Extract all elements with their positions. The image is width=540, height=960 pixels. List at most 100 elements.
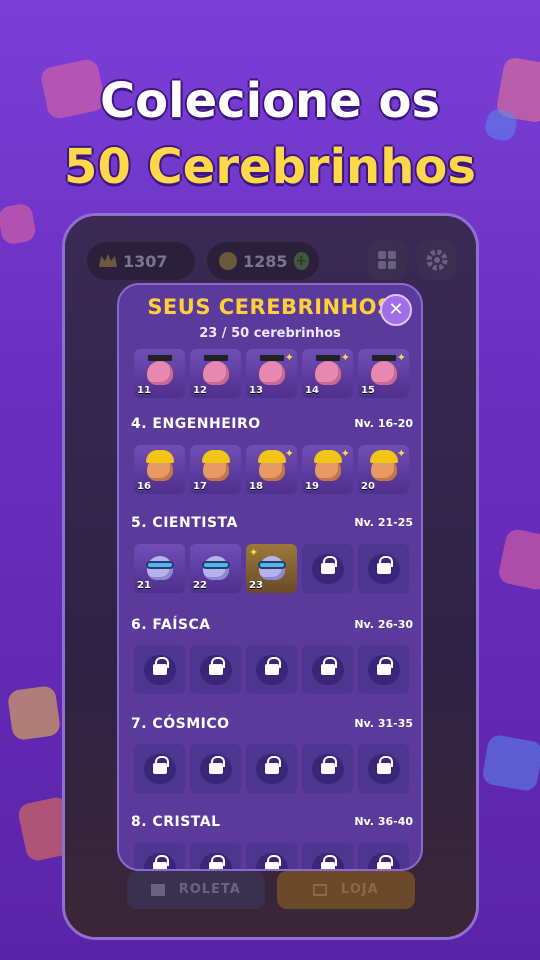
- tile-number: 13: [249, 385, 263, 396]
- sparkle-icon: ✦: [340, 351, 350, 364]
- brain-icon: [371, 361, 397, 385]
- collection-count: 23 / 50 cerebrinhos: [199, 326, 341, 341]
- locked-tile[interactable]: [358, 544, 409, 593]
- brain-tile[interactable]: 17: [190, 445, 241, 494]
- tile-number: 12: [193, 385, 207, 396]
- brain-tile[interactable]: 11: [134, 349, 185, 398]
- brain-tile[interactable]: ✦ 15: [358, 349, 409, 398]
- locked-tile[interactable]: [134, 645, 185, 694]
- lock-icon: [321, 855, 337, 869]
- grad-cap-icon: [372, 355, 396, 361]
- sparkle-icon: ✦: [284, 351, 294, 364]
- tile-row: 11 12 ✦ 13 ✦ 14 ✦ 15: [134, 349, 409, 398]
- tile-row: [134, 645, 409, 694]
- settings-button[interactable]: [417, 240, 457, 280]
- grad-cap-icon: [148, 355, 172, 361]
- sparkle-icon: ✦: [340, 447, 350, 460]
- lock-icon: [209, 756, 225, 774]
- locked-tile[interactable]: [190, 843, 241, 869]
- bg-card: [496, 527, 540, 592]
- brain-tile[interactable]: ✦ 14: [302, 349, 353, 398]
- lock-icon: [265, 756, 281, 774]
- lock-icon: [265, 657, 281, 675]
- lock-icon: [209, 657, 225, 675]
- locked-tile[interactable]: [358, 843, 409, 869]
- brain-icon: [147, 361, 173, 385]
- headline-line-1: Colecione os: [99, 73, 441, 129]
- lock-icon: [321, 556, 337, 574]
- hard-hat-icon: [370, 450, 398, 463]
- cart-icon: [313, 883, 328, 896]
- sparkle-icon: ✦: [249, 546, 259, 559]
- brain-icon: [203, 361, 229, 385]
- tile-number: 11: [137, 385, 151, 396]
- section-levels: Nv. 36-40: [354, 815, 413, 828]
- brain-tile[interactable]: 16: [134, 445, 185, 494]
- modal-header: SEUS CEREBRINHOS 23 / 50 cerebrinhos ✕: [119, 285, 421, 349]
- hard-hat-icon: [146, 450, 174, 463]
- lock-icon: [377, 756, 393, 774]
- shop-label: LOJA: [340, 882, 379, 897]
- tile-number: 16: [137, 481, 151, 492]
- trophy-count: 1307: [123, 251, 168, 271]
- section-title: 8. CRISTAL: [131, 814, 221, 830]
- grid-icon: [378, 251, 396, 269]
- lock-icon: [377, 855, 393, 869]
- close-button[interactable]: ✕: [380, 294, 412, 326]
- locked-tile[interactable]: [302, 744, 353, 793]
- locked-tile[interactable]: [246, 744, 297, 793]
- menu-button[interactable]: [367, 240, 407, 280]
- brain-tile[interactable]: 22: [190, 544, 241, 593]
- locked-tile[interactable]: [246, 843, 297, 869]
- lock-icon: [209, 855, 225, 869]
- locked-tile[interactable]: [190, 645, 241, 694]
- section-levels: Nv. 21-25: [354, 516, 413, 529]
- locked-tile[interactable]: [134, 843, 185, 869]
- add-coins-icon[interactable]: +: [293, 252, 309, 270]
- modal-title: SEUS CEREBRINHOS: [147, 295, 393, 319]
- locked-tile[interactable]: [358, 645, 409, 694]
- roulette-button[interactable]: ROLETA: [127, 871, 265, 909]
- lock-icon: [153, 756, 169, 774]
- tile-number: 22: [193, 580, 207, 591]
- brain-tile[interactable]: ✦ 13: [246, 349, 297, 398]
- section-header-cristal: 8. CRISTAL Nv. 36-40: [131, 814, 413, 834]
- tile-number: 23: [249, 580, 263, 591]
- section-header-cientista: 5. CIENTISTA Nv. 21-25: [131, 515, 413, 535]
- locked-tile[interactable]: [302, 843, 353, 869]
- collection-list[interactable]: 11 12 ✦ 13 ✦ 14 ✦ 15 4. ENGENHEIRO Nv. 16-2…: [119, 347, 421, 869]
- brain-tile-current[interactable]: ✦ 23: [246, 544, 297, 593]
- section-levels: Nv. 16-20: [354, 417, 413, 430]
- tile-row: 21 22 ✦ 23: [134, 544, 409, 593]
- sparkle-icon: ✦: [396, 447, 406, 460]
- locked-tile[interactable]: [246, 645, 297, 694]
- tile-number: 20: [361, 481, 375, 492]
- tile-number: 14: [305, 385, 319, 396]
- brain-icon: [315, 361, 341, 385]
- section-header-engenheiro: 4. ENGENHEIRO Nv. 16-20: [131, 416, 413, 436]
- shop-button[interactable]: LOJA: [277, 871, 415, 909]
- gear-icon: [426, 249, 448, 271]
- tile-number: 19: [305, 481, 319, 492]
- locked-tile[interactable]: [358, 744, 409, 793]
- tile-row: 16 17 ✦ 18 ✦ 19 ✦ 20: [134, 445, 409, 494]
- locked-tile[interactable]: [134, 744, 185, 793]
- brain-tile[interactable]: ✦ 19: [302, 445, 353, 494]
- collection-modal: SEUS CEREBRINHOS 23 / 50 cerebrinhos ✕ 1…: [117, 283, 423, 871]
- hard-hat-icon: [258, 450, 286, 463]
- locked-tile[interactable]: [190, 744, 241, 793]
- locked-tile[interactable]: [302, 645, 353, 694]
- brain-tile[interactable]: 21: [134, 544, 185, 593]
- locked-tile[interactable]: [302, 544, 353, 593]
- promo-headline: Colecione os 50 Cerebrinhos: [0, 68, 540, 200]
- lock-icon: [153, 657, 169, 675]
- brain-tile[interactable]: ✦ 18: [246, 445, 297, 494]
- section-levels: Nv. 31-35: [354, 717, 413, 730]
- grad-cap-icon: [260, 355, 284, 361]
- bg-card: [481, 733, 540, 793]
- bg-card: [6, 684, 62, 742]
- brain-tile[interactable]: 12: [190, 349, 241, 398]
- lock-icon: [153, 855, 169, 869]
- brain-tile[interactable]: ✦ 20: [358, 445, 409, 494]
- lock-icon: [321, 756, 337, 774]
